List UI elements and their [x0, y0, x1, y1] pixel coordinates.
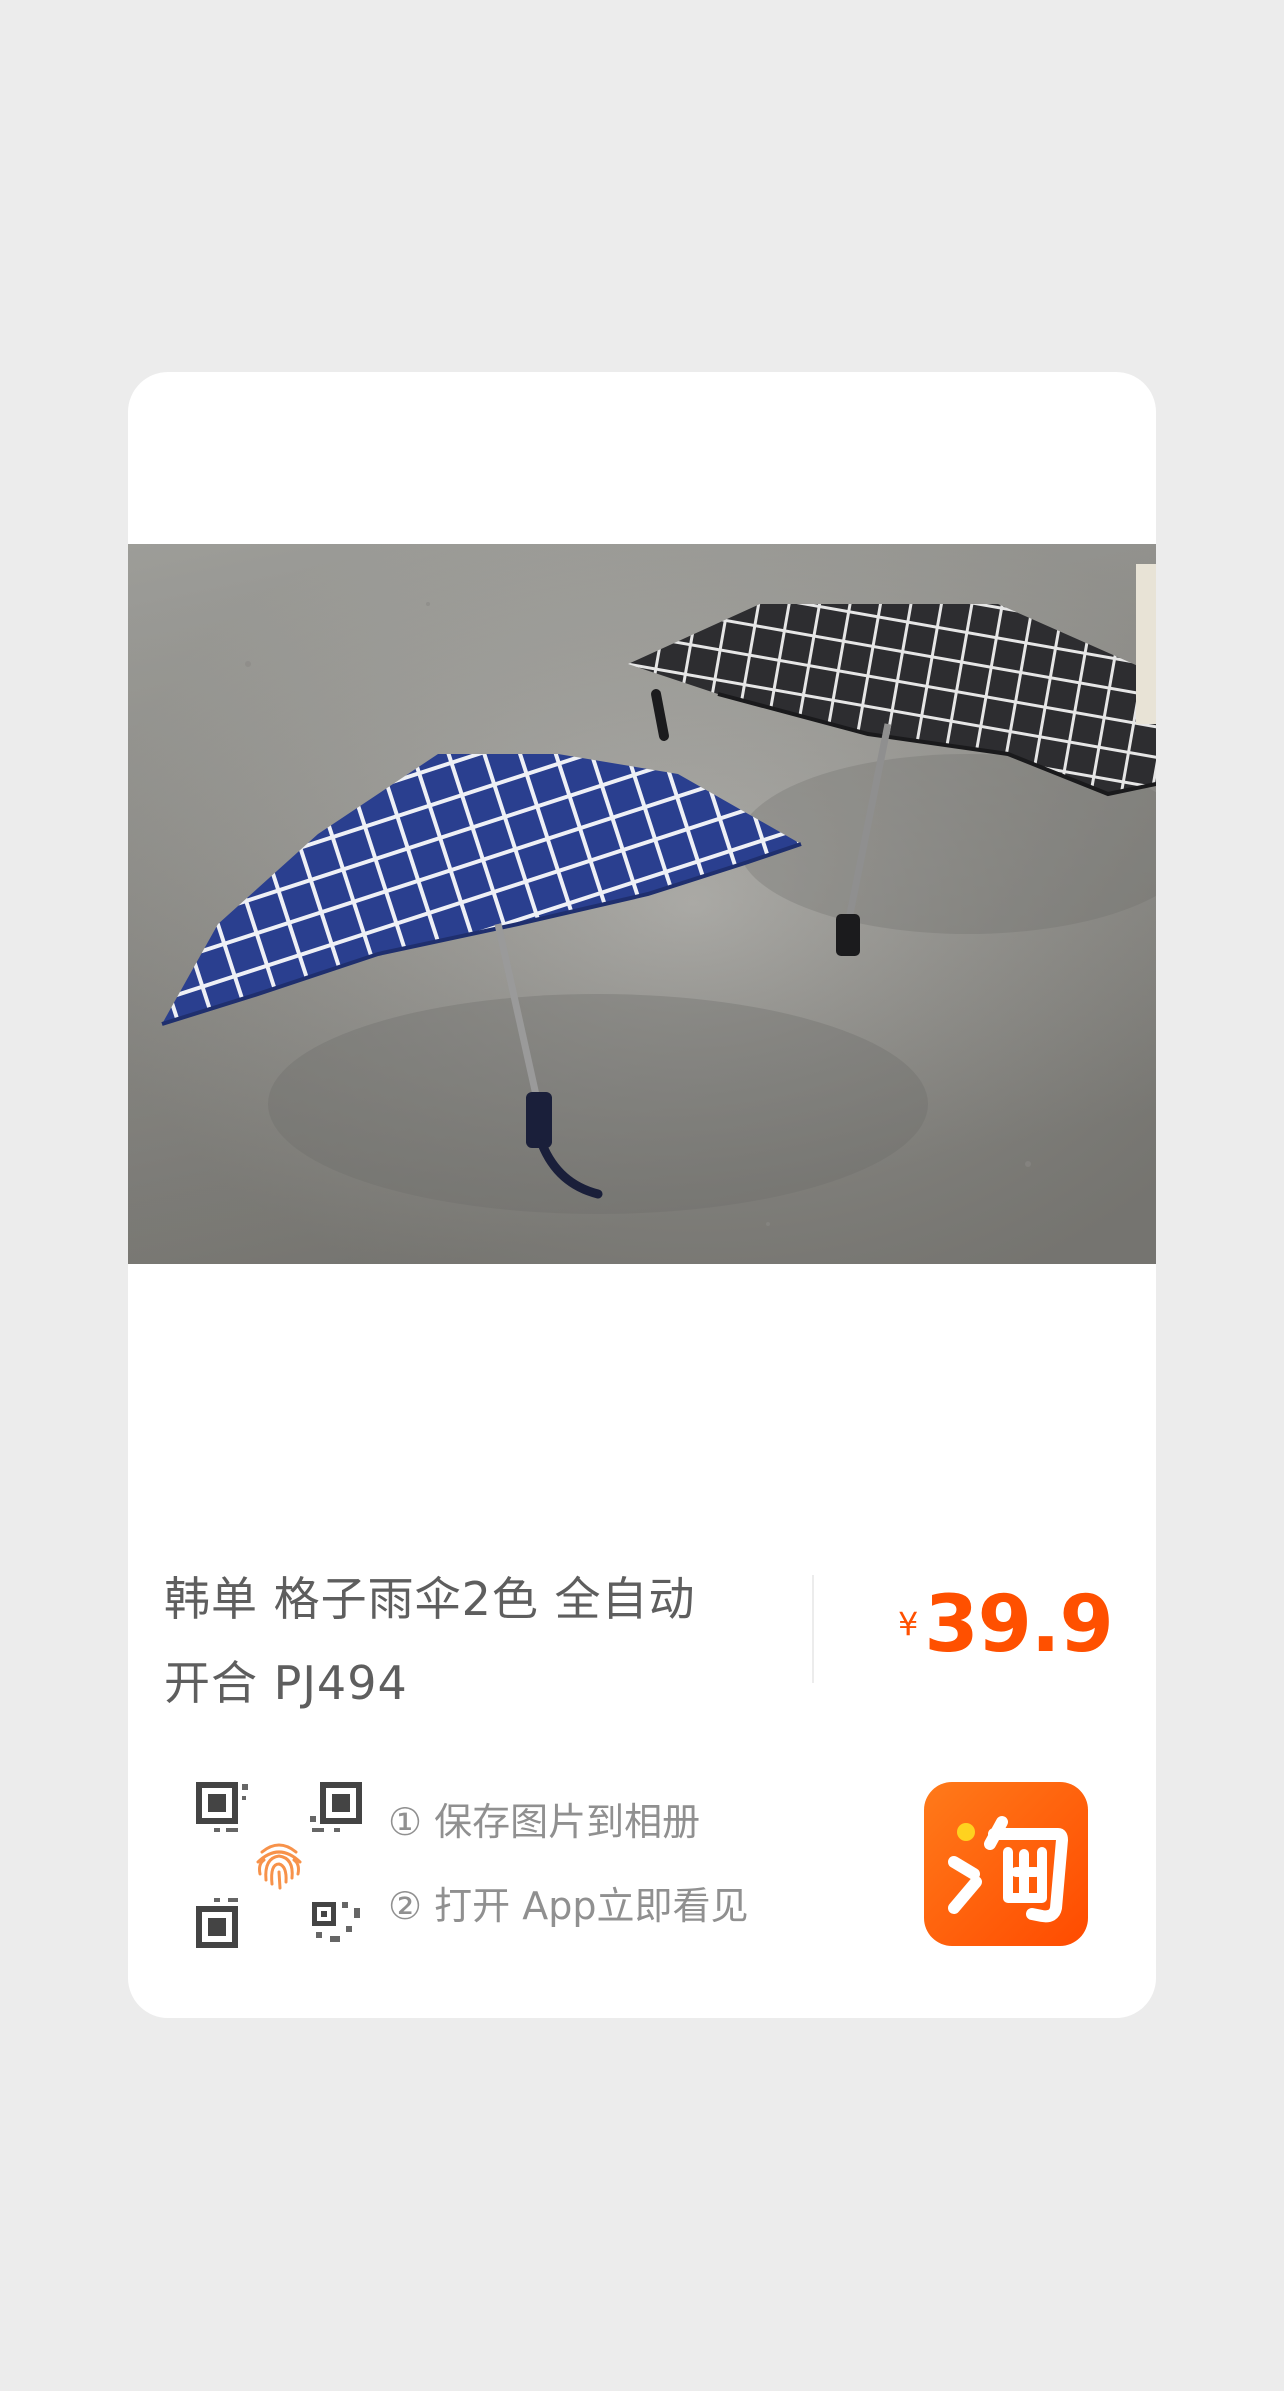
product-title-line-1: 韩单 格子雨伞2色 全自动 [164, 1572, 696, 1626]
qr-code-icon[interactable] [194, 1780, 364, 1950]
step-save-image: ① 保存图片到相册 [388, 1800, 701, 1844]
share-steps: ① 保存图片到相册 ② 打开 App立即看见 [388, 1780, 748, 1948]
fingerprint-icon [256, 1843, 302, 1890]
product-title-line-2: 开合 PJ494 [164, 1656, 408, 1710]
currency-symbol: ¥ [898, 1605, 919, 1643]
product-price: ¥39.9 [898, 1580, 1114, 1670]
taobao-logo-icon[interactable] [924, 1782, 1088, 1946]
product-share-card: 韩单 格子雨伞2色 全自动 开合 PJ494 ¥39.9 ① 保存图片到相册 ②… [128, 372, 1156, 2018]
product-title: 韩单 格子雨伞2色 全自动 开合 PJ494 [164, 1557, 744, 1725]
title-price-divider [812, 1575, 814, 1683]
price-amount: 39.9 [924, 1580, 1113, 1670]
step-open-app: ② 打开 App立即看见 [388, 1884, 749, 1928]
umbrella-illustration [128, 544, 1156, 1264]
product-photo[interactable] [128, 544, 1156, 1264]
